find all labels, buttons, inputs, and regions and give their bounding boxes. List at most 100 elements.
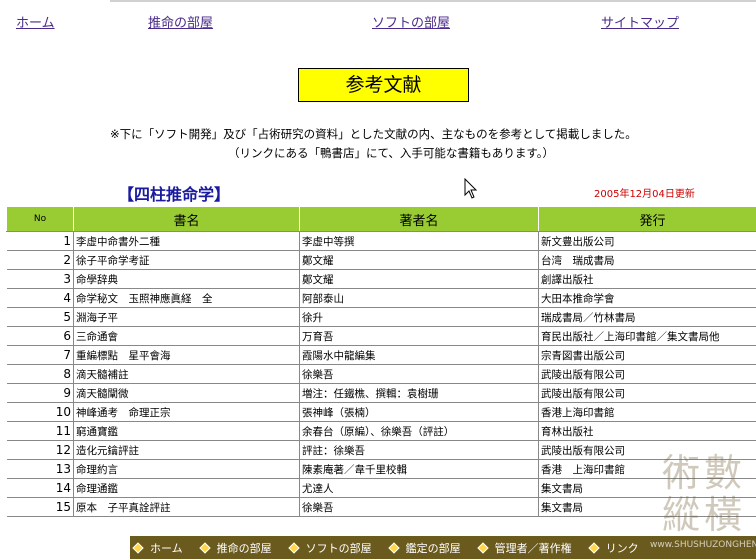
diamond-bullet-icon [199, 541, 211, 554]
table-header-row: No 書名 著者名 発行 [6, 206, 756, 232]
table-body: 1 李虚中命書外二種 李虚中等撰 新文豊出版公司 2 徐子平命学考証 鄭文耀 台湾 瑞成書局 3… [6, 231, 756, 517]
table-row: 9 滴天髓闡微 増注：任鐵樵、撰輯：袁樹珊 武陵出版有限公司 [6, 383, 756, 403]
diamond-bullet-icon [288, 541, 300, 554]
cell-author: 評註：徐樂吾 [299, 440, 539, 460]
cell-no: 1 [6, 231, 74, 251]
diamond-bullet-icon [388, 541, 400, 554]
column-header-title: 書名 [73, 206, 300, 232]
nav-link-sitemap[interactable]: サイトマップ [601, 12, 679, 31]
cell-publisher: 武陵出版有限公司 [538, 364, 756, 384]
cell-title: 重編標點 星平會海 [73, 345, 300, 365]
column-header-author: 著者名 [299, 206, 539, 232]
cell-author: 徐樂吾 [299, 497, 539, 517]
table-row: 2 徐子平命学考証 鄭文耀 台湾 瑞成書局 [6, 250, 756, 270]
cell-author: 霞陽水中龍編集 [299, 345, 539, 365]
cell-title: 造化元鑰評註 [73, 440, 300, 460]
cell-no: 13 [6, 459, 74, 479]
bottom-nav-label: リンク [605, 541, 639, 555]
cell-author: 尤達人 [299, 478, 539, 498]
section-title: 【四柱推命学】 [118, 185, 231, 204]
cell-no: 12 [6, 440, 74, 460]
nav-link-home[interactable]: ホーム [16, 12, 55, 31]
cell-title: 三命通會 [73, 326, 300, 346]
nav-link-soft[interactable]: ソフトの部屋 [372, 12, 450, 31]
table-row: 4 命学秘文 玉照神應眞経 全阿部泰山 大田本推命学會 [6, 288, 756, 308]
cell-no: 11 [6, 421, 74, 441]
cell-publisher: 創譯出版社 [538, 269, 756, 289]
table-row: 6 三命通會 万育吾 育民出版社／上海印書館／集文書局他 [6, 326, 756, 346]
diamond-bullet-icon [132, 541, 144, 554]
cell-author: 鄭文耀 [299, 250, 539, 270]
cell-publisher: 大田本推命学會 [538, 288, 756, 308]
cell-publisher: 香港上海印書館 [538, 402, 756, 422]
page-title: 参考文献 [298, 68, 469, 102]
cell-publisher: 育民出版社／上海印書館／集文書局他 [538, 326, 756, 346]
table-row: 11 窮通寶鑑 余春台（原編）、徐樂吾（評註） 育林出版社 [6, 421, 756, 441]
table-row: 7 重編標點 星平會海 霞陽水中龍編集 宗青図書出版公司 [6, 345, 756, 365]
cell-title: 原本 子平真詮評註 [73, 497, 300, 517]
bottom-nav-label: ソフトの部屋 [305, 541, 372, 555]
cell-title: 命理通鑑 [73, 478, 300, 498]
reference-table: No 書名 著者名 発行 1 李虚中命書外二種 李虚中等撰 新文豊出版公司 2 徐子平命学… [6, 206, 756, 517]
cell-publisher: 台湾 瑞成書局 [538, 250, 756, 270]
nav-link-suimei[interactable]: 推命の部屋 [148, 12, 213, 31]
top-divider [110, 0, 756, 2]
cell-author: 徐升 [299, 307, 539, 327]
table-row: 10 神峰通考 命理正宗 張神峰（張楠） 香港上海印書館 [6, 402, 756, 422]
cell-author: 万育吾 [299, 326, 539, 346]
cell-publisher: 宗青図書出版公司 [538, 345, 756, 365]
cell-publisher: 新文豊出版公司 [538, 231, 756, 251]
cell-no: 2 [6, 250, 74, 270]
cell-author: 阿部泰山 [299, 288, 539, 308]
updated-date: 2005年12月04日更新 [594, 189, 695, 200]
cell-title: 命学秘文 玉照神應眞経 全 [73, 288, 300, 308]
table-row: 8 滴天髓補註 徐樂吾 武陵出版有限公司 [6, 364, 756, 384]
bottom-nav-item[interactable]: 管理者／著作権 [475, 540, 572, 556]
diamond-bullet-icon [588, 541, 600, 554]
bottom-nav-label: 鑑定の部屋 [405, 541, 461, 555]
column-header-publisher: 発行 [538, 206, 756, 232]
watermark-line-2: 縱橫 [661, 493, 746, 537]
cell-no: 10 [6, 402, 74, 422]
mouse-cursor-icon [464, 178, 478, 199]
cell-publisher: 瑞成書局／竹林書局 [538, 307, 756, 327]
diamond-bullet-icon [477, 541, 489, 554]
bottom-nav-item[interactable]: ホーム [130, 540, 183, 556]
cell-title: 神峰通考 命理正宗 [73, 402, 300, 422]
cell-author: 張神峰（張楠） [299, 402, 539, 422]
cell-no: 3 [6, 269, 74, 289]
bottom-nav-label: ホーム [150, 541, 183, 555]
watermark-url: www.SHUSHUZONGHENG.COM [650, 540, 756, 550]
bottom-nav-label: 推命の部屋 [216, 541, 272, 555]
cell-title: 滴天髓闡微 [73, 383, 300, 403]
bottom-nav-item[interactable]: ソフトの部屋 [286, 540, 372, 556]
bottom-nav-item[interactable]: 鑑定の部屋 [386, 540, 461, 556]
cell-no: 4 [6, 288, 74, 308]
table-row: 13 命理約言 陳素庵著／韋千里校輯 香港 上海印書館 [6, 459, 756, 479]
cell-no: 6 [6, 326, 74, 346]
table-row: 5 淵海子平 徐升 瑞成書局／竹林書局 [6, 307, 756, 327]
cell-author: 徐樂吾 [299, 364, 539, 384]
bottom-nav-item[interactable]: リンク [586, 540, 639, 556]
watermark-logo: 術數 縱橫 [652, 452, 756, 542]
cell-publisher: 武陵出版有限公司 [538, 383, 756, 403]
top-navigation: ホーム 推命の部屋 ソフトの部屋 サイトマップ [0, 0, 756, 40]
table-row: 12 造化元鑰評註 評註：徐樂吾 武陵出版有限公司 [6, 440, 756, 460]
cell-title: 命學辞典 [73, 269, 300, 289]
bottom-nav-item[interactable]: 推命の部屋 [197, 540, 272, 556]
cell-author: 鄭文耀 [299, 269, 539, 289]
cell-title: 淵海子平 [73, 307, 300, 327]
cell-author: 余春台（原編）、徐樂吾（評註） [299, 421, 539, 441]
table-row: 15 原本 子平真詮評註 徐樂吾 集文書局 [6, 497, 756, 517]
watermark-line-1: 術數 [661, 451, 746, 495]
cell-title: 窮通寶鑑 [73, 421, 300, 441]
cell-author: 李虚中等撰 [299, 231, 539, 251]
cell-no: 7 [6, 345, 74, 365]
cell-title: 命理約言 [73, 459, 300, 479]
cell-no: 14 [6, 478, 74, 498]
table-row: 1 李虚中命書外二種 李虚中等撰 新文豊出版公司 [6, 231, 756, 251]
bottom-nav-label: 管理者／著作権 [494, 541, 572, 555]
intro-note-2: （リンクにある「鴨書店」にて、入手可能な書籍もあります。） [228, 146, 555, 160]
cell-no: 15 [6, 497, 74, 517]
cell-title: 李虚中命書外二種 [73, 231, 300, 251]
